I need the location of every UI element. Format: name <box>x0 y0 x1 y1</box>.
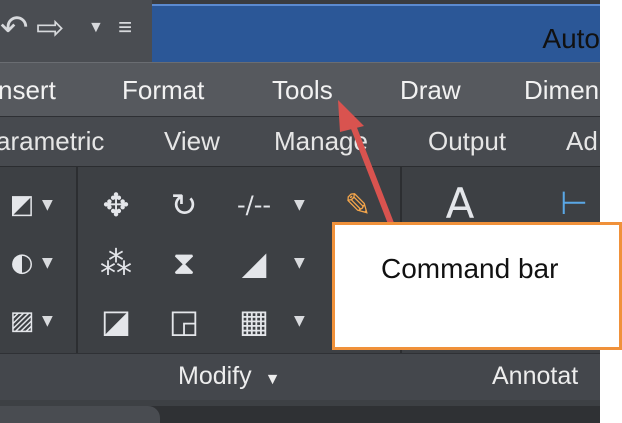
file-tab[interactable] <box>0 406 160 423</box>
fillet-icon[interactable]: ◢ <box>232 241 276 285</box>
scale-icon[interactable]: ◲ <box>162 299 206 343</box>
callout-box: Command bar <box>332 222 622 350</box>
ribbon-tab-bar: arametric View Manage Output Ad <box>0 116 600 167</box>
menu-format[interactable]: Format <box>122 75 204 106</box>
panel-title-row: Modify ▼ Annotat <box>0 353 600 400</box>
customize-menu-icon[interactable]: ≡ <box>118 8 132 48</box>
tab-manage[interactable]: Manage <box>274 126 368 157</box>
chevron-down-icon[interactable]: ▼ <box>294 313 305 329</box>
window-title: Auto <box>542 23 600 54</box>
hatch-icon[interactable]: ▨ <box>0 299 44 343</box>
callout-label: Command bar <box>381 253 559 284</box>
undo-icon[interactable]: ↶ <box>0 8 29 48</box>
dropdown-icon[interactable]: ▼ <box>88 8 104 48</box>
title-bar-main: Auto <box>152 4 600 64</box>
move-icon[interactable]: ✥ <box>94 183 138 227</box>
chevron-down-icon: ▼ <box>264 371 281 388</box>
draw-tool-icon[interactable]: ◐ <box>0 241 44 285</box>
text-icon[interactable]: A <box>438 179 482 228</box>
tab-parametric[interactable]: arametric <box>0 126 104 157</box>
mirror-icon[interactable]: ⧗ <box>162 241 206 285</box>
chevron-down-icon[interactable]: ▼ <box>42 197 53 213</box>
pencil-icon[interactable]: ✎ <box>336 183 380 227</box>
redo-icon[interactable]: ⇨ <box>36 8 65 48</box>
rotate-icon[interactable]: ↻ <box>162 183 206 227</box>
menu-insert[interactable]: nsert <box>0 75 56 106</box>
menu-draw[interactable]: Draw <box>400 75 461 106</box>
linear-dimension-icon[interactable]: ⊢ <box>552 181 596 225</box>
draw-tool-icon[interactable]: ◩ <box>0 183 44 227</box>
annotate-panel-label[interactable]: Annotat <box>492 362 578 391</box>
menu-bar: nsert Format Tools Draw Dimen <box>0 62 600 117</box>
trim-icon[interactable]: -/-- <box>232 183 276 227</box>
autocad-window: ↶ ⇨ ▼ ≡ Auto nsert Format Tools Draw Dim… <box>0 0 600 423</box>
array-icon[interactable]: ▦ <box>232 299 276 343</box>
tab-addins[interactable]: Ad <box>566 126 598 157</box>
copy-icon[interactable]: ⁂ <box>94 241 138 285</box>
chevron-down-icon[interactable]: ▼ <box>294 197 305 213</box>
menu-tools[interactable]: Tools <box>272 75 333 106</box>
quick-access-toolbar: ↶ ⇨ ▼ ≡ <box>0 0 152 62</box>
modify-panel-label[interactable]: Modify ▼ <box>178 362 280 391</box>
chevron-down-icon[interactable]: ▼ <box>42 255 53 271</box>
tab-output[interactable]: Output <box>428 126 506 157</box>
chevron-down-icon[interactable]: ▼ <box>42 313 53 329</box>
tab-view[interactable]: View <box>164 126 220 157</box>
title-bar: ↶ ⇨ ▼ ≡ Auto <box>0 0 600 64</box>
stretch-icon[interactable]: ◪ <box>94 299 138 343</box>
chevron-down-icon[interactable]: ▼ <box>294 255 305 271</box>
menu-dimension[interactable]: Dimen <box>524 75 599 106</box>
